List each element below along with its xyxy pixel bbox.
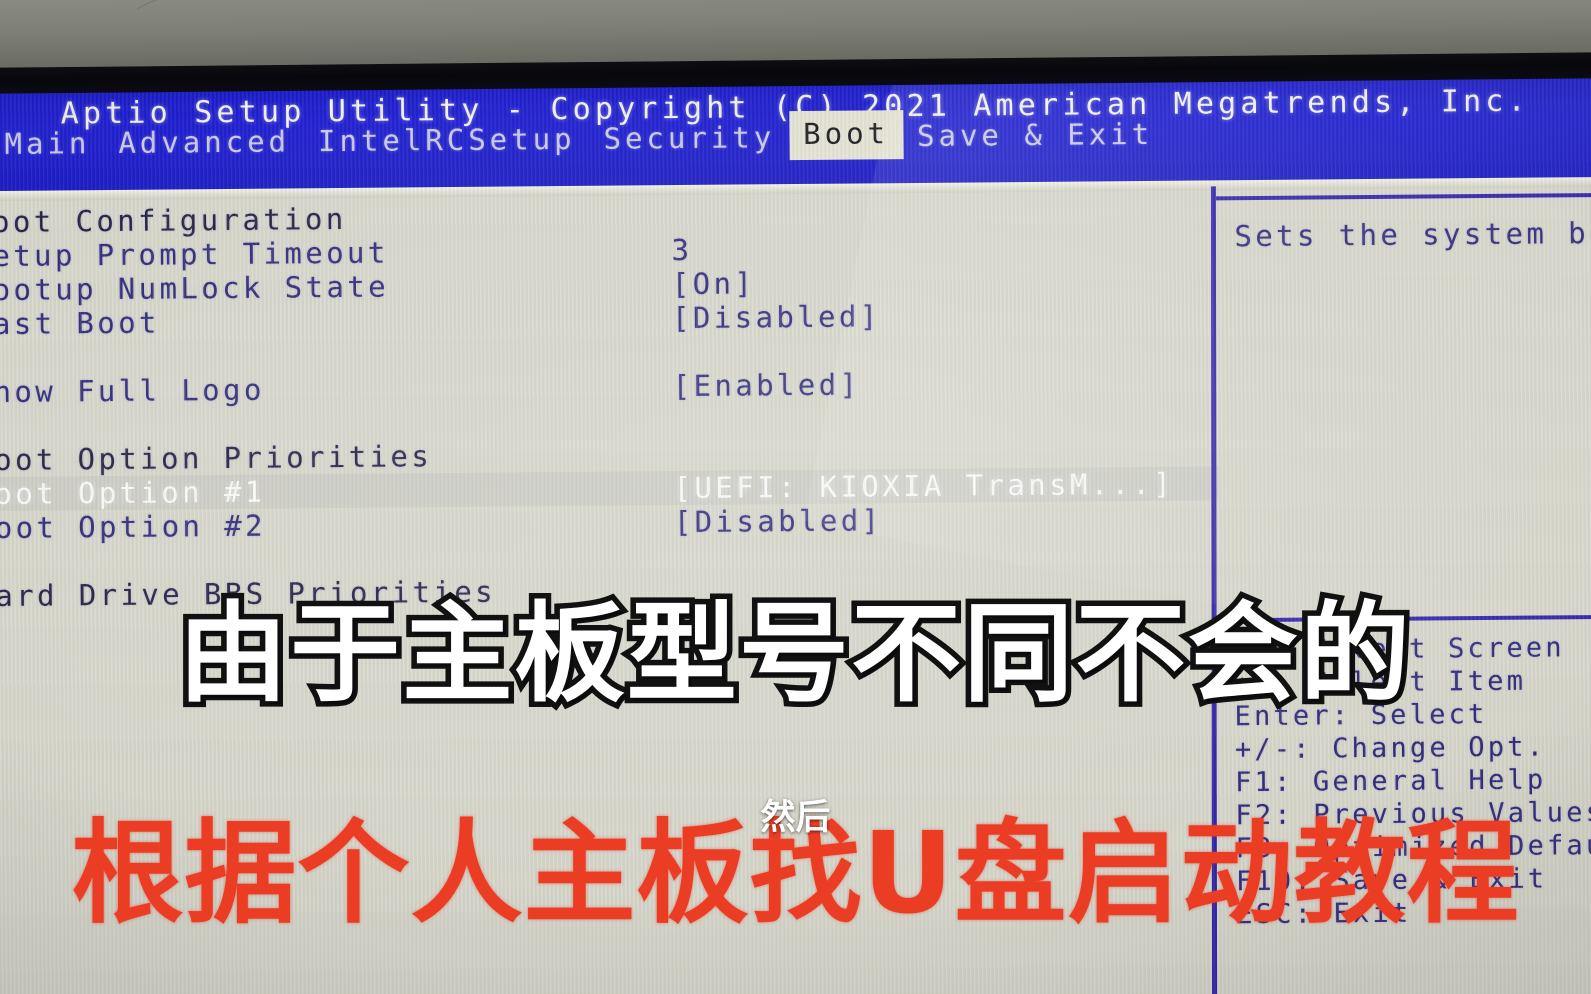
tab-save-exit[interactable]: Save & Exit bbox=[903, 113, 1167, 158]
tab-intelrcsetup[interactable]: IntelRCSetup bbox=[304, 118, 590, 163]
subtitle-main-text: 由于主板型号不同不会的 bbox=[173, 590, 1416, 719]
setting-value[interactable]: [Disabled] bbox=[674, 503, 883, 539]
key-hint: +/-: Change Opt. bbox=[1234, 731, 1547, 766]
setting-value[interactable]: [UEFI: KIOXIA TransM...] bbox=[673, 467, 1174, 505]
tab-security[interactable]: Security bbox=[589, 117, 789, 162]
tab-boot[interactable]: Boot bbox=[789, 109, 904, 160]
tab-main[interactable]: Main bbox=[0, 123, 105, 167]
subtitle-small-white-text: 然后 bbox=[760, 798, 831, 838]
setting-value[interactable]: [Disabled] bbox=[672, 299, 881, 335]
setting-value[interactable]: 3 bbox=[671, 233, 692, 267]
screenshot-root: Aptio Setup Utility - Copyright (C) 2021… bbox=[0, 0, 1591, 994]
help-description: Sets the system boo bbox=[1234, 215, 1591, 254]
subtitle-main: 由于主板型号不同不会的 bbox=[0, 590, 1591, 719]
tab-advanced[interactable]: Advanced bbox=[104, 121, 304, 166]
bezel-scuff-mark bbox=[128, 0, 254, 31]
setting-value[interactable]: [Enabled] bbox=[673, 367, 861, 403]
setting-value[interactable]: [On] bbox=[672, 266, 756, 301]
key-hint: F1: General Help bbox=[1235, 764, 1547, 799]
subtitle-small-white: 然后 bbox=[0, 798, 1591, 838]
